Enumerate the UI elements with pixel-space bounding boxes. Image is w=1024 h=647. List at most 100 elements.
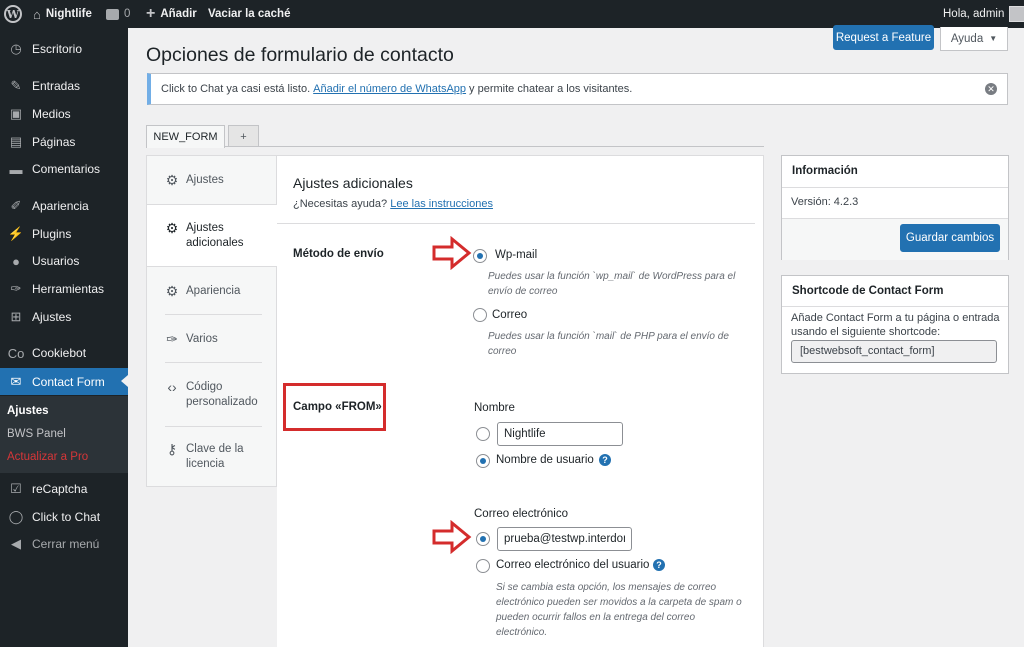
new-label: Añadir (160, 8, 197, 20)
close-icon[interactable]: ✕ (985, 83, 997, 95)
menu-label: Entradas (32, 79, 81, 93)
whatsapp-icon: ◯ (8, 509, 24, 524)
page-title: Opciones de formulario de contacto (146, 44, 454, 66)
menu-label: Comentarios (32, 162, 101, 176)
collapse-icon: ◀ (11, 536, 21, 551)
menu-click-to-chat[interactable]: ◯ Click to Chat (0, 504, 128, 530)
clear-cache-link[interactable]: Vaciar la caché (208, 0, 290, 28)
nav-divider (165, 362, 262, 363)
notice-text-after: y permite chatear a los visitantes. (469, 83, 633, 95)
red-arrow-icon (432, 236, 472, 270)
nav-label: Ajustes adicionales (186, 222, 244, 249)
nav-ajustes-adicionales[interactable]: ⚙ Ajustes adicionales (147, 204, 279, 267)
correo-label: Correo (492, 309, 528, 321)
menu-escritorio[interactable]: ◷ Escritorio (0, 36, 128, 62)
email-user-radio[interactable] (476, 559, 490, 573)
request-feature-button[interactable]: Request a Feature (833, 25, 934, 50)
menu-herramientas[interactable]: ✑ Herramientas (0, 276, 128, 302)
menu-label: Cookiebot (32, 346, 87, 360)
wrench-icon: ✑ (10, 281, 22, 296)
comments-icon: ▬ (9, 161, 23, 177)
gear-icon: ⚙ (165, 220, 179, 236)
mail-icon: ✉ (10, 373, 22, 389)
wp-mail-radio[interactable] (473, 249, 487, 263)
email-user-label: Correo electrónico del usuario (496, 559, 650, 571)
greeting: Hola, admin (943, 8, 1005, 20)
notice-link[interactable]: Añadir el número de WhatsApp (313, 83, 466, 95)
menu-contact-form[interactable]: ✉ Contact Form (0, 368, 128, 395)
menu-ajustes[interactable]: ⊞ Ajustes (0, 304, 128, 330)
submenu-ajustes[interactable]: Ajustes (7, 405, 49, 417)
comment-icon (106, 8, 119, 20)
key-icon: ⚷ (166, 441, 178, 457)
correo-radio[interactable] (473, 308, 487, 322)
nav-divider (165, 314, 262, 315)
menu-cookiebot[interactable]: Co Cookiebot (0, 340, 128, 366)
menu-label: Ajustes (32, 310, 72, 324)
menu-comentarios[interactable]: ▬ Comentarios (0, 156, 128, 182)
nav-label: Clave de la licencia (186, 443, 244, 470)
tab-add-form[interactable]: + (228, 125, 259, 147)
nav-label: Ajustes (186, 174, 224, 186)
nav-licencia[interactable]: ⚷ Clave de la licencia (147, 442, 278, 472)
menu-entradas[interactable]: ✎ Entradas (0, 73, 128, 99)
menu-usuarios[interactable]: ● Usuarios (0, 248, 128, 274)
nav-varios[interactable]: ✑ Varios (147, 332, 278, 347)
caret-down-icon: ▼ (989, 34, 998, 43)
menu-label: Cerrar menú (32, 537, 100, 551)
menu-label: Click to Chat (32, 510, 101, 524)
plugin-icon: ⚡ (7, 226, 25, 241)
account-menu[interactable]: Hola, admin (943, 0, 1024, 28)
menu-label: reCaptcha (32, 482, 88, 496)
help-button[interactable]: Ayuda ▼ (940, 27, 1008, 51)
help-question-icon[interactable]: ? (599, 454, 611, 466)
comments-link[interactable]: 0 (106, 0, 130, 28)
menu-label: Apariencia (32, 199, 89, 213)
menu-paginas[interactable]: ▤ Páginas (0, 129, 128, 155)
cookiebot-icon: Co (7, 345, 25, 361)
email-custom-radio[interactable] (476, 532, 490, 546)
nav-apariencia[interactable]: ⚙ Apariencia (147, 284, 278, 299)
nav-codigo[interactable]: ‹› Código personalizado (147, 380, 278, 410)
menu-label: Plugins (32, 227, 72, 241)
pages-icon: ▤ (9, 134, 23, 149)
menu-apariencia[interactable]: ✐ Apariencia (0, 193, 128, 219)
shortcode-input[interactable]: [bestwebsoft_contact_form] (791, 340, 997, 363)
new-content-link[interactable]: + Añadir (146, 0, 197, 28)
shortcode-box: Shortcode de Contact Form Añade Contact … (781, 275, 1009, 374)
site-name: Nightlife (45, 8, 92, 20)
menu-label: Medios (32, 107, 71, 121)
nav-label: Apariencia (186, 285, 241, 297)
save-changes-button[interactable]: Guardar cambios (900, 224, 1000, 252)
submenu-upgrade[interactable]: Actualizar a Pro (7, 451, 88, 463)
name-input[interactable] (497, 422, 623, 446)
shortcode-title: Shortcode de Contact Form (782, 276, 1008, 307)
help-question-icon[interactable]: ? (653, 559, 665, 571)
whatsapp-notice: Click to Chat ya casi está listo. Añadir… (147, 73, 1008, 105)
instructions-link[interactable]: Lee las instrucciones (390, 198, 493, 210)
nav-divider (165, 426, 262, 427)
name-custom-radio[interactable] (476, 427, 490, 441)
menu-medios[interactable]: ▣ Medios (0, 101, 128, 127)
menu-collapse[interactable]: ◀ Cerrar menú (0, 531, 128, 557)
wordpress-logo-button[interactable]: W (4, 0, 22, 28)
email-input[interactable] (497, 527, 632, 551)
help-label: Ayuda (950, 32, 984, 45)
comments-count: 0 (124, 8, 131, 20)
shortcode-text: Añade Contact Form a tu página o entrada… (791, 312, 1000, 338)
name-heading: Nombre (474, 402, 515, 414)
site-name-link[interactable]: ⌂ Nightlife (33, 0, 92, 28)
brush-icon: ✐ (10, 198, 22, 213)
menu-recaptcha[interactable]: ☑ reCaptcha (0, 476, 128, 502)
menu-label: Herramientas (32, 282, 105, 296)
submenu-bws-panel[interactable]: BWS Panel (7, 428, 66, 440)
wordpress-icon: W (4, 5, 22, 23)
home-icon: ⌂ (33, 6, 41, 22)
section-title: Ajustes adicionales (293, 175, 413, 191)
menu-plugins[interactable]: ⚡ Plugins (0, 221, 128, 247)
gear-icon: ⚙ (165, 283, 179, 299)
nav-ajustes[interactable]: ⚙ Ajustes (147, 173, 278, 188)
tab-new-form[interactable]: NEW_FORM (146, 125, 225, 148)
menu-label: Contact Form (32, 374, 105, 389)
name-user-radio[interactable] (476, 454, 490, 468)
